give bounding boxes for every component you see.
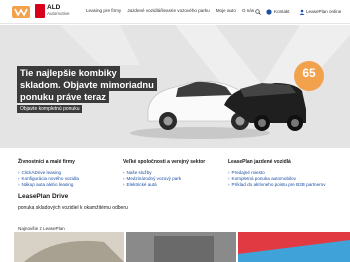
column-link[interactable]: › Elektrické autá bbox=[123, 181, 233, 187]
column-link-label: Konfigurácia nového vozidla bbox=[21, 175, 79, 181]
news-section-label: Najnovšie z LeasePlan bbox=[18, 226, 65, 231]
column-title: Veľké spoločnosti a verejný sektor bbox=[123, 159, 206, 165]
column-link-label: Nákup auta alebo leasing bbox=[21, 181, 74, 187]
chevron-right-icon: › bbox=[123, 181, 125, 187]
chevron-right-icon: › bbox=[123, 175, 125, 181]
leaseplan-online-link[interactable]: LeasePlan online bbox=[306, 9, 341, 14]
chevron-right-icon: › bbox=[18, 169, 20, 175]
column-link[interactable]: › Príklad do aktívneho poistu pre B2B par… bbox=[228, 181, 338, 187]
news-tiles bbox=[14, 232, 350, 262]
chevron-right-icon: › bbox=[228, 181, 230, 187]
news-tile[interactable] bbox=[238, 232, 350, 262]
chevron-right-icon: › bbox=[18, 181, 20, 187]
column-link-label: Kompletná ponuka automobilov bbox=[231, 175, 296, 181]
ald-logo-subtext: Automotive bbox=[47, 11, 70, 16]
column-link-label: Elektrické autá bbox=[126, 181, 157, 187]
drive-section-title: LeasePlan Drive bbox=[18, 193, 69, 200]
news-tile[interactable] bbox=[126, 232, 236, 262]
contact-link[interactable]: Kontakt bbox=[274, 9, 290, 14]
column-link-label: Predajné miesto bbox=[231, 169, 265, 175]
nav-item-used-cars[interactable]: Jazdené vozidlá/lieasrie vozového parku bbox=[127, 8, 209, 13]
column-small-business: Živnostníci a malé firmy › ClickADrive le… bbox=[18, 159, 128, 187]
chevron-right-icon: › bbox=[228, 175, 230, 181]
column-title: LeasePlan jazdené vozidlá bbox=[228, 159, 291, 165]
nav-item-my-car[interactable]: Moje auto bbox=[216, 8, 236, 13]
column-link[interactable]: › Nákup auta alebo leasing bbox=[18, 181, 128, 187]
leaseplan-logo[interactable] bbox=[12, 6, 30, 18]
offer-badge-text: 65 bbox=[302, 66, 316, 80]
chevron-right-icon: › bbox=[228, 169, 230, 175]
column-large-companies: Veľké spoločnosti a verejný sektor › Naše… bbox=[123, 159, 233, 187]
ald-logo[interactable] bbox=[35, 4, 45, 18]
drive-section-description: ponuka skladových vozidiel k okamžitému … bbox=[18, 205, 128, 211]
column-link-label: Príklad do aktívneho poistu pre B2B part… bbox=[231, 181, 326, 187]
column-link-label: Medzinárodný vozový park bbox=[126, 175, 182, 181]
hero-headline-line-3: ponuku práve teraz bbox=[17, 90, 109, 103]
column-used-cars: LeasePlan jazdené vozidlá › Predajné mies… bbox=[228, 159, 338, 187]
phone-icon[interactable] bbox=[266, 9, 272, 15]
news-tile[interactable] bbox=[14, 232, 124, 262]
nav-item-about[interactable]: O nás bbox=[242, 8, 254, 13]
column-link-label: Naše služby bbox=[126, 169, 152, 175]
ald-logo-text: ALD bbox=[47, 4, 61, 11]
column-link-label: ClickADrive leasing bbox=[21, 169, 62, 175]
user-icon[interactable] bbox=[299, 9, 305, 15]
search-icon[interactable] bbox=[255, 9, 261, 15]
nav-item-business[interactable]: Leasing pre firmy bbox=[86, 8, 121, 13]
chevron-right-icon: › bbox=[123, 169, 125, 175]
chevron-right-icon: › bbox=[18, 175, 20, 181]
hero-cta-link[interactable]: Objavte kompletnú ponuku bbox=[17, 105, 83, 113]
column-title: Živnostníci a malé firmy bbox=[18, 159, 75, 165]
main-nav: Leasing pre firmy Jazdené vozidlá/lieasr… bbox=[86, 8, 254, 13]
hero-banner[interactable]: 65 Tie najlepšie kombiky skladom. Objavt… bbox=[0, 25, 350, 148]
top-header: ALD Automotive Leasing pre firmy Jazdené… bbox=[0, 0, 350, 24]
